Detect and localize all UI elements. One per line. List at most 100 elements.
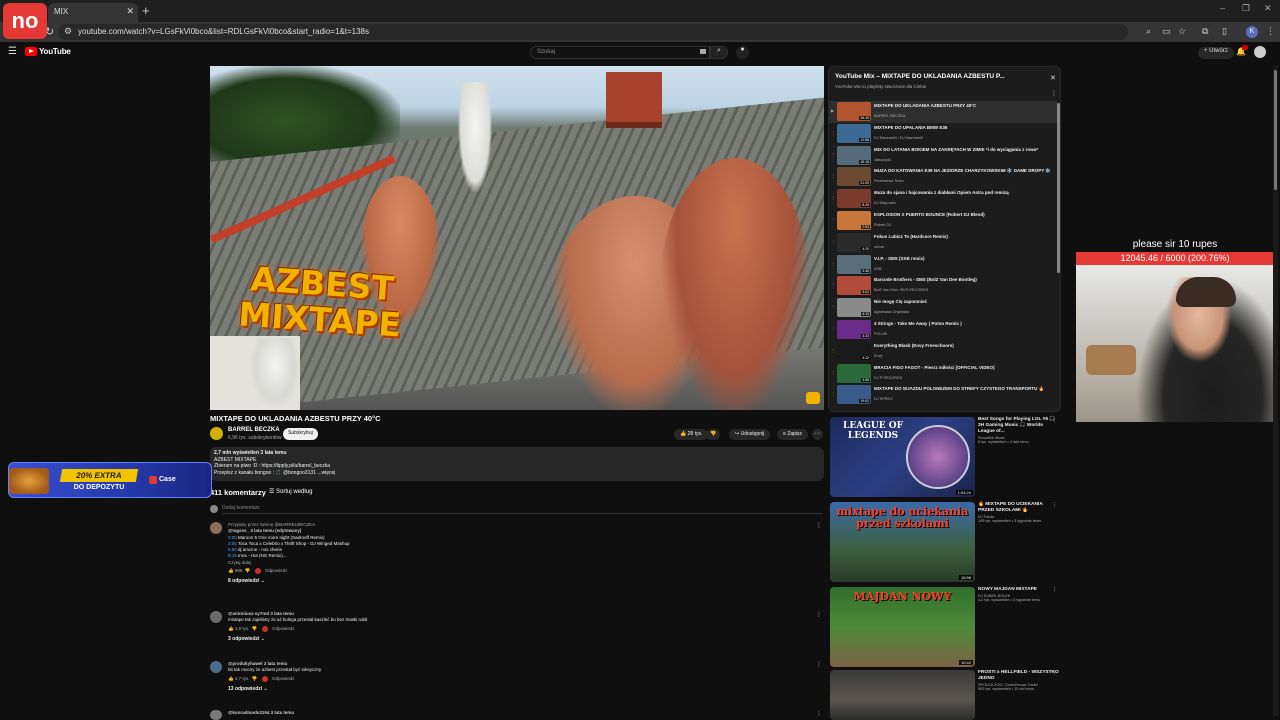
youtube-logo-icon[interactable] bbox=[25, 47, 37, 56]
show-replies-button[interactable]: 8 odpowiedzi ⌄ bbox=[228, 578, 808, 584]
recommendation-title[interactable]: FROSTI x HELLFIELD - WSZYSTKO JEDNO bbox=[978, 670, 1060, 682]
comment-dislike-icon[interactable]: 👎 bbox=[245, 568, 251, 573]
recommendation-thumbnail[interactable]: mixtape do uciekania przed szkolami 16:5… bbox=[830, 502, 975, 582]
browser-tab[interactable]: MIX ✕ bbox=[48, 3, 138, 22]
playlist-item[interactable]: ⋮ 18:18 MIX DO LATANIA BOKIEM NA ZAKRĘTACH… bbox=[829, 145, 1057, 167]
drag-handle-icon[interactable]: ⋮ bbox=[831, 348, 835, 353]
playlist-item[interactable]: ⋮ 3:02 Barcode Brothers - SMS (BolZ Van De… bbox=[829, 275, 1057, 297]
recommendation-thumbnail[interactable]: MAJDAN NOWY 10:42 bbox=[830, 587, 975, 667]
playlist-item-thumbnail[interactable]: 26:19 bbox=[837, 102, 871, 121]
user-avatar[interactable] bbox=[1254, 46, 1266, 58]
channel-name[interactable]: BARREL BECZKA bbox=[228, 427, 280, 433]
comment-menu-icon[interactable]: ⋮ bbox=[816, 522, 822, 529]
bookmark-star-icon[interactable]: ☆ bbox=[1178, 26, 1186, 37]
playlist-item-title[interactable]: MIXTAPE DO WJAZDU POLONEZEM DO STREFY CZ… bbox=[874, 386, 1052, 392]
timestamp-link[interactable]: 8:15 bbox=[228, 553, 237, 558]
timestamp-link[interactable]: 3:05 bbox=[228, 541, 237, 546]
playlist-item-thumbnail[interactable]: 31:09 bbox=[837, 167, 871, 187]
playlist-item-thumbnail[interactable]: 12:56 bbox=[837, 123, 871, 143]
playlist-item-thumbnail[interactable]: 3:02 bbox=[837, 276, 871, 296]
playlist-item-thumbnail[interactable]: 4:12 bbox=[837, 341, 871, 361]
drag-handle-icon[interactable]: ⋮ bbox=[831, 391, 835, 396]
microphone-icon[interactable]: ● bbox=[736, 46, 749, 59]
read-more-link[interactable]: Czytaj dalej bbox=[228, 560, 808, 566]
playlist-item-title[interactable]: Nie mogę Cię zapomnieć bbox=[874, 299, 1052, 305]
playlist-item-thumbnail[interactable]: 4:33 bbox=[837, 319, 871, 339]
playlist-item-thumbnail[interactable]: 19:02 bbox=[837, 385, 871, 405]
recommendation-menu-icon[interactable]: ⋮ bbox=[1052, 670, 1057, 676]
playlist-item[interactable]: ⋮ 2:53 EXPLOSION X PUERTO BOUNCE (Robert D… bbox=[829, 210, 1057, 232]
recommendation-item[interactable]: FROSTI x HELLFIELD - WSZYSTKO JEDNO SPOL… bbox=[830, 670, 1060, 720]
recommendation-thumbnail[interactable] bbox=[830, 670, 975, 720]
search-input[interactable]: Szukaj bbox=[530, 46, 710, 59]
comment-avatar[interactable] bbox=[210, 611, 222, 623]
cast-icon[interactable]: ▭ bbox=[1162, 26, 1171, 37]
playlist-item[interactable]: ⋮ 19:02 MIXTAPE DO WJAZDU POLONEZEM DO STR… bbox=[829, 384, 1057, 406]
playlist-item-title[interactable]: Fokus Lubicz To (Hardcore Remix) bbox=[874, 234, 1052, 240]
channel-avatar[interactable] bbox=[210, 427, 223, 440]
more-actions-icon[interactable]: ⋯ bbox=[812, 429, 823, 440]
comment-like-icon[interactable]: 👍 bbox=[228, 676, 234, 681]
show-replies-button[interactable]: 13 odpowiedzi ⌄ bbox=[228, 686, 808, 692]
playlist-item-thumbnail[interactable]: 8:25 bbox=[837, 189, 871, 209]
extensions-icon[interactable]: ⧉ bbox=[1202, 26, 1208, 37]
playlist-item-thumbnail[interactable]: 4:13 bbox=[837, 298, 871, 318]
timestamp-link[interactable]: 5:50 bbox=[228, 547, 237, 552]
playlist-item-title[interactable]: MIX DO LATANIA BOKIEM NA ZAKRĘTACH W ZIM… bbox=[874, 147, 1052, 153]
comment-dislike-icon[interactable]: 👎 bbox=[252, 626, 258, 631]
playlist-item[interactable]: ⋮ 3:45 V.I.P. - SMS (SXB remix) SXB bbox=[829, 254, 1057, 276]
playlist-item[interactable]: ▶ 26:19 MIXTAPE DO UKLADANIA AZBESTU PRZY … bbox=[829, 101, 1057, 123]
address-bar[interactable]: youtube.com/watch?v=LGsFkVi0bco&list=RDL… bbox=[58, 24, 1128, 40]
description-box[interactable]: 2,7 mln wyświetleń 3 lata temu AZBEST MI… bbox=[210, 447, 824, 481]
playlist-item-title[interactable]: V.I.P. - SMS (SXB remix) bbox=[874, 256, 1052, 262]
subscribe-button[interactable]: Subskrybuj bbox=[283, 428, 318, 440]
recommendation-title[interactable]: NOWY MAJDAN MIXTAPE bbox=[978, 587, 1060, 593]
playlist-item[interactable]: ⋮ 4:33 4 Strings - Take Me Away ( Poton Re… bbox=[829, 319, 1057, 341]
drag-handle-icon[interactable]: ⋮ bbox=[831, 261, 835, 266]
playlist-item-title[interactable]: BRACIA FIGO FAGOT - Piesrz miłości [OFFI… bbox=[874, 365, 1052, 371]
close-playlist-icon[interactable]: ✕ bbox=[1050, 74, 1056, 82]
playlist-title[interactable]: YouTube Mix – MIXTAPE DO UKLADANIA AZBES… bbox=[835, 73, 1045, 80]
drag-handle-icon[interactable]: ⋮ bbox=[831, 130, 835, 135]
menu-icon[interactable]: ☰ bbox=[8, 46, 17, 57]
maximize-button[interactable]: ❐ bbox=[1242, 3, 1250, 14]
comment-menu-icon[interactable]: ⋮ bbox=[816, 661, 822, 668]
comment-menu-icon[interactable]: ⋮ bbox=[816, 611, 822, 618]
like-button[interactable]: 👍 28 tys. bbox=[674, 429, 709, 440]
show-replies-button[interactable]: 3 odpowiedzi ⌄ bbox=[228, 636, 808, 642]
playlist-item-thumbnail[interactable]: 4:20 bbox=[837, 232, 871, 252]
playlist-item-thumbnail[interactable]: 2:53 bbox=[837, 210, 871, 230]
recommendation-title[interactable]: Best Songs for Playing LOL #6 🎧 3H Gamin… bbox=[978, 417, 1060, 435]
page-scrollbar-thumb[interactable] bbox=[1274, 70, 1277, 190]
minimize-button[interactable]: – bbox=[1220, 3, 1225, 13]
playlist-item[interactable]: ⋮ 4:13 Nie mogę Cię zapomnieć Agnieszka Chy… bbox=[829, 297, 1057, 319]
playlist-item-title[interactable]: Muza do sjana i hajcowania z diabłami Op… bbox=[874, 190, 1052, 196]
playlist-menu-icon[interactable]: ⋮ bbox=[1051, 90, 1057, 97]
save-button[interactable]: ≡ Zapisz bbox=[777, 429, 809, 440]
search-button[interactable]: ⌕ bbox=[710, 46, 728, 59]
chrome-menu-icon[interactable]: ⋮ bbox=[1266, 26, 1275, 37]
reply-button[interactable]: Odpowiedz bbox=[272, 626, 295, 631]
video-player[interactable]: AZBEST MIXTAPE bbox=[210, 66, 824, 410]
recommendation-item[interactable]: mixtape do uciekania przed szkolami 16:5… bbox=[830, 502, 1060, 584]
comment-avatar[interactable] bbox=[210, 661, 222, 673]
create-button[interactable]: + Utwórz bbox=[1198, 47, 1234, 59]
playlist-item-title[interactable]: 4 Strings - Take Me Away ( Poton Remix ) bbox=[874, 321, 1052, 327]
playlist-item-thumbnail[interactable]: 18:18 bbox=[837, 145, 871, 165]
playlist-item-title[interactable]: MUZA DO KATOWANIA E39 NA JEZIORZE CHARZY… bbox=[874, 168, 1052, 174]
drag-handle-icon[interactable]: ⋮ bbox=[831, 173, 835, 178]
site-info-icon[interactable]: ⚙ bbox=[64, 26, 72, 37]
new-tab-button[interactable]: + bbox=[142, 3, 150, 18]
playlist-scrollbar[interactable] bbox=[1057, 103, 1060, 273]
drag-handle-icon[interactable]: ⋮ bbox=[831, 195, 835, 200]
sidepanel-icon[interactable]: ▯ bbox=[1222, 26, 1227, 37]
dislike-button[interactable]: 👎 bbox=[706, 429, 721, 440]
recommendation-menu-icon[interactable]: ⋮ bbox=[1052, 502, 1057, 508]
drag-handle-icon[interactable]: ⋮ bbox=[831, 304, 835, 309]
playlist-item-title[interactable]: Everything Black (Envy Freeschoore) bbox=[874, 343, 1052, 349]
tab-close-icon[interactable]: ✕ bbox=[126, 6, 134, 17]
recommendation-title[interactable]: 🔥 MIXTAPE DO UCIEKANIA PRZED SZKOLAMI 🔥 bbox=[978, 502, 1060, 514]
drag-handle-icon[interactable]: ⋮ bbox=[831, 370, 835, 375]
playlist-item[interactable]: ⋮ 8:25 Muza do sjana i hajcowania z diabła… bbox=[829, 188, 1057, 210]
close-window-button[interactable]: ✕ bbox=[1264, 3, 1272, 14]
